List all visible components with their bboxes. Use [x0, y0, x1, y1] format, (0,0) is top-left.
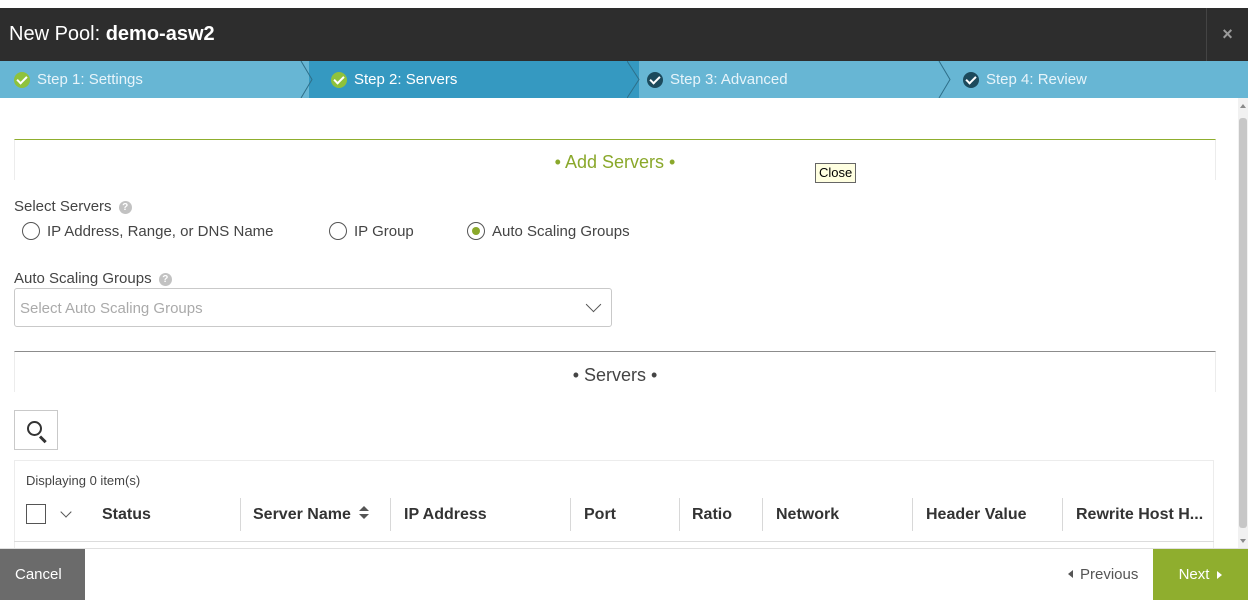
help-icon[interactable]: ? — [118, 201, 132, 214]
auto-scaling-groups-select[interactable]: Select Auto Scaling Groups — [14, 288, 612, 327]
check-circle-icon — [331, 71, 347, 88]
servers-section: • Servers • — [14, 351, 1216, 392]
radio-ip-group[interactable]: IP Group — [329, 222, 414, 240]
select-servers-text: Select Servers — [14, 198, 112, 215]
step-advanced[interactable]: Step 3: Advanced — [647, 61, 788, 98]
search-icon-handle — [38, 435, 47, 444]
close-tooltip: Close — [815, 163, 857, 183]
column-status[interactable]: Status — [102, 506, 151, 524]
column-server-name[interactable]: Server Name — [253, 506, 369, 524]
radio-label: IP Address, Range, or DNS Name — [47, 222, 274, 240]
step-label: Step 3: Advanced — [670, 71, 788, 88]
close-icon[interactable]: × — [1206, 8, 1248, 61]
step-divider-icon — [627, 61, 640, 98]
auto-scaling-groups-label: Auto Scaling Groups ? — [14, 270, 172, 287]
column-header-value[interactable]: Header Value — [926, 506, 1027, 524]
dialog-footer: Cancel Previous Next — [0, 548, 1248, 600]
column-divider[interactable] — [240, 498, 241, 531]
column-divider[interactable] — [1062, 498, 1063, 531]
pool-name: demo-asw2 — [105, 23, 215, 45]
step-review[interactable]: Step 4: Review — [963, 61, 1087, 98]
step-divider-icon — [300, 61, 313, 98]
asg-label-text: Auto Scaling Groups — [14, 270, 152, 287]
title-prefix: New Pool: — [9, 23, 101, 45]
column-divider[interactable] — [912, 498, 913, 531]
radio-auto-scaling-groups[interactable]: Auto Scaling Groups — [467, 222, 630, 240]
caret-right-icon — [1217, 570, 1223, 579]
radio-circle-icon[interactable] — [22, 222, 40, 240]
step-servers[interactable]: Step 2: Servers — [331, 61, 457, 98]
step-label: Step 2: Servers — [354, 71, 458, 88]
scroll-down-arrow-icon[interactable] — [1240, 539, 1246, 543]
search-icon — [27, 421, 42, 436]
help-icon[interactable]: ? — [158, 273, 172, 286]
next-button[interactable]: Next — [1153, 549, 1248, 600]
select-placeholder: Select Auto Scaling Groups — [20, 300, 203, 317]
step-label: Step 4: Review — [986, 71, 1087, 88]
caret-left-icon — [1068, 570, 1073, 578]
step-divider-icon — [938, 61, 951, 98]
dialog-title-bar: New Pool: demo-asw2 × — [0, 8, 1248, 61]
column-network[interactable]: Network — [776, 506, 839, 524]
step-label: Step 1: Settings — [37, 71, 143, 88]
check-circle-icon — [14, 71, 30, 88]
item-count: Displaying 0 item(s) — [26, 473, 141, 488]
select-servers-label: Select Servers ? — [14, 198, 132, 215]
radio-ip-address[interactable]: IP Address, Range, or DNS Name — [22, 222, 274, 240]
column-port[interactable]: Port — [584, 506, 616, 524]
scrollbar-thumb[interactable] — [1239, 118, 1247, 528]
column-label: Server Name — [253, 506, 351, 523]
column-ratio[interactable]: Ratio — [692, 506, 732, 524]
servers-title: • Servers • — [572, 365, 658, 385]
column-rewrite-host-header[interactable]: Rewrite Host H... — [1076, 506, 1203, 524]
column-divider[interactable] — [570, 498, 571, 531]
radio-label: Auto Scaling Groups — [492, 222, 630, 240]
column-divider[interactable] — [679, 498, 680, 531]
check-circle-icon — [647, 71, 663, 88]
add-servers-section: • Add Servers • — [14, 139, 1216, 180]
step-settings[interactable]: Step 1: Settings — [14, 61, 143, 98]
scroll-up-arrow-icon[interactable] — [1240, 104, 1246, 108]
wizard-steps: Step 1: Settings Step 2: Servers Step 3:… — [0, 61, 1248, 98]
radio-circle-selected-icon[interactable] — [467, 222, 485, 240]
radio-circle-icon[interactable] — [329, 222, 347, 240]
header-divider — [14, 541, 1214, 542]
search-button[interactable] — [14, 410, 58, 450]
column-ip-address[interactable]: IP Address — [404, 506, 487, 524]
servers-grid — [14, 460, 1214, 548]
dialog-title: New Pool: demo-asw2 — [9, 23, 215, 46]
top-strip — [0, 0, 1248, 8]
cancel-button[interactable]: Cancel — [0, 549, 85, 600]
select-all-checkbox[interactable] — [26, 504, 46, 524]
column-divider[interactable] — [762, 498, 763, 531]
check-circle-icon — [963, 71, 979, 88]
previous-label: Previous — [1080, 566, 1139, 583]
previous-button[interactable]: Previous — [1068, 566, 1138, 583]
add-servers-title: • Add Servers • — [554, 152, 676, 172]
next-label: Next — [1178, 566, 1210, 583]
column-divider[interactable] — [390, 498, 391, 531]
chevron-down-icon — [585, 296, 602, 313]
radio-label: IP Group — [354, 222, 414, 240]
sort-icon[interactable] — [358, 506, 369, 520]
